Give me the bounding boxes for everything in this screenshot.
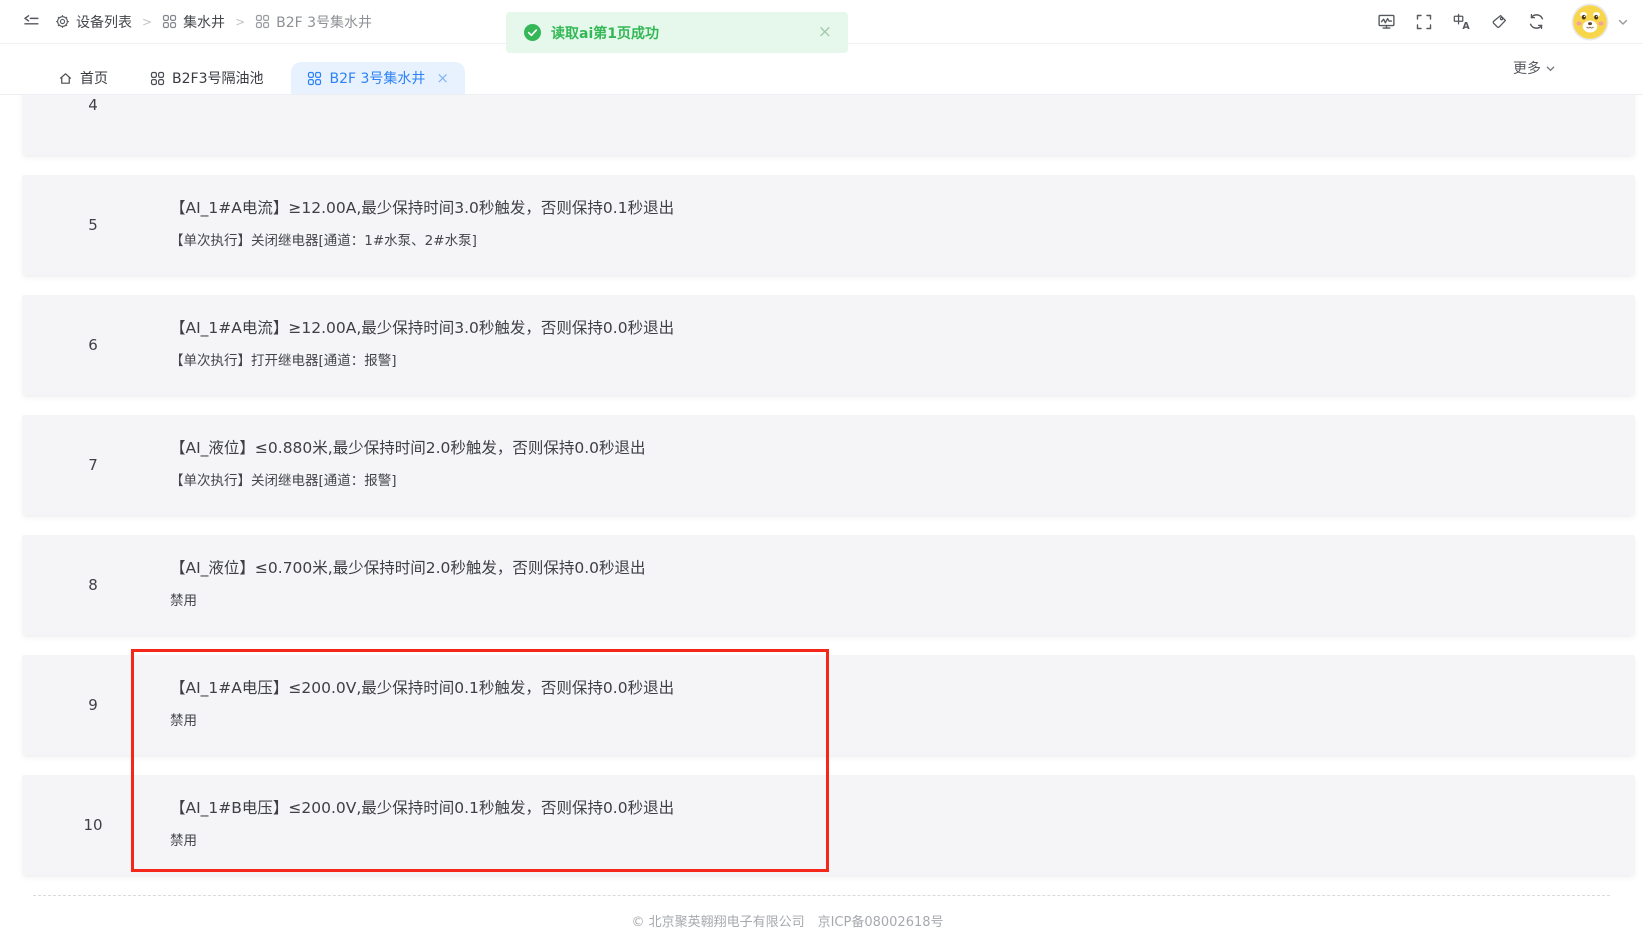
rule-number: 6 <box>22 295 164 395</box>
breadcrumb-separator: > <box>235 15 245 29</box>
rule-number: 10 <box>22 775 164 875</box>
rule-row-8[interactable]: 8 【AI_液位】≤0.700米,最少保持时间2.0秒触发，否则保持0.0秒退出… <box>22 535 1635 635</box>
tab-b2f3-grease-trap[interactable]: B2F3号隔油池 <box>136 62 277 94</box>
rule-row-6[interactable]: 6 【AI_1#A电流】≥12.00A,最少保持时间3.0秒触发，否则保持0.0… <box>22 295 1635 395</box>
page-footer: © 北京聚英翱翔电子有限公司 京ICP备08002618号 <box>33 895 1610 930</box>
tab-b2f3-sump-well-active[interactable]: B2F 3号集水井 × <box>291 62 465 94</box>
breadcrumb: 设备列表 > 集水井 > B2F 3号集水井 <box>55 12 372 32</box>
breadcrumb-label: 设备列表 <box>76 12 132 32</box>
rule-action: 【单次执行】关闭继电器[通道：报警] <box>170 465 1625 498</box>
monitor-chart-icon[interactable] <box>1377 12 1396 31</box>
tab-label: B2F3号隔油池 <box>172 68 263 88</box>
rule-action: 【单次执行】打开继电器[通道：报警] <box>170 95 1625 105</box>
svg-text:A: A <box>1462 21 1470 31</box>
user-avatar[interactable] <box>1571 3 1609 41</box>
tab-label: 首页 <box>80 68 108 88</box>
rules-list-panel: 4 【单次执行】打开继电器[通道：报警] 5 【AI_1#A电流】≥12.00A… <box>0 95 1643 930</box>
breadcrumb-separator: > <box>142 15 152 29</box>
rule-condition: 【AI_1#B电压】≤200.0V,最少保持时间0.1秒触发，否则保持0.0秒退… <box>170 792 1625 825</box>
tag-icon[interactable] <box>1490 13 1508 31</box>
rule-number: 7 <box>22 415 164 515</box>
rule-action: 禁用 <box>170 825 1625 858</box>
appstore-grid-icon <box>307 71 322 86</box>
breadcrumb-label: 集水井 <box>183 12 225 32</box>
chevron-down-icon <box>1545 63 1556 74</box>
rule-condition: 【AI_1#A电流】≥12.00A,最少保持时间3.0秒触发，否则保持0.0秒退… <box>170 312 1625 345</box>
rule-condition: 【AI_1#A电压】≤200.0V,最少保持时间0.1秒触发，否则保持0.0秒退… <box>170 672 1625 705</box>
tabs-more-label: 更多 <box>1513 58 1541 78</box>
tabs-more-button[interactable]: 更多 <box>1513 58 1556 78</box>
rule-action: 【单次执行】关闭继电器[通道：1#水泵、2#水泵] <box>170 225 1625 258</box>
app-page: { "header": { "breadcrumb": { "items": [… <box>0 0 1643 930</box>
tab-close-icon[interactable]: × <box>436 71 449 86</box>
tab-label: B2F 3号集水井 <box>329 68 425 88</box>
rule-condition: 【AI_液位】≤0.700米,最少保持时间2.0秒触发，否则保持0.0秒退出 <box>170 552 1625 585</box>
rule-number: 8 <box>22 535 164 635</box>
appstore-grid-icon <box>255 14 270 29</box>
tab-home[interactable]: 首页 <box>44 62 122 94</box>
home-icon <box>58 71 73 86</box>
rule-number: 9 <box>22 655 164 755</box>
rule-condition: 【AI_液位】≤0.880米,最少保持时间2.0秒触发，否则保持0.0秒退出 <box>170 432 1625 465</box>
translate-icon[interactable]: A <box>1452 12 1471 31</box>
rule-number: 4 <box>22 95 164 155</box>
rule-action: 【单次执行】打开继电器[通道：报警] <box>170 345 1625 378</box>
rule-row-5[interactable]: 5 【AI_1#A电流】≥12.00A,最少保持时间3.0秒触发，否则保持0.1… <box>22 175 1635 275</box>
appstore-grid-icon <box>162 14 177 29</box>
rule-row-10[interactable]: 10 【AI_1#B电压】≤200.0V,最少保持时间0.1秒触发，否则保持0.… <box>22 775 1635 875</box>
rules-list: 4 【单次执行】打开继电器[通道：报警] 5 【AI_1#A电流】≥12.00A… <box>22 95 1635 875</box>
toast-close-icon[interactable]: × <box>818 24 832 41</box>
rule-action: 禁用 <box>170 705 1625 738</box>
toast-message: 读取ai第1页成功 <box>551 23 818 43</box>
rule-number: 5 <box>22 175 164 275</box>
chevron-down-icon <box>1617 16 1629 28</box>
success-toast: 读取ai第1页成功 × <box>506 12 848 53</box>
rule-action: 禁用 <box>170 585 1625 618</box>
user-menu[interactable] <box>1571 3 1629 41</box>
breadcrumb-item-device-list[interactable]: 设备列表 <box>55 12 132 32</box>
appstore-grid-icon <box>150 71 165 86</box>
rule-row-4[interactable]: 4 【单次执行】打开继电器[通道：报警] <box>22 95 1635 155</box>
copyright-text: © 北京聚英翱翔电子有限公司 京ICP备08002618号 <box>631 911 943 930</box>
rule-row-9[interactable]: 9 【AI_1#A电压】≤200.0V,最少保持时间0.1秒触发，否则保持0.0… <box>22 655 1635 755</box>
sidebar-collapse-icon[interactable] <box>22 12 41 31</box>
breadcrumb-label: B2F 3号集水井 <box>276 12 372 32</box>
breadcrumb-item-current-device[interactable]: B2F 3号集水井 <box>255 12 372 32</box>
gear-icon <box>55 14 70 29</box>
rule-condition: 【AI_1#A电流】≥12.00A,最少保持时间3.0秒触发，否则保持0.1秒退… <box>170 192 1625 225</box>
success-check-icon <box>524 24 541 41</box>
rule-row-7[interactable]: 7 【AI_液位】≤0.880米,最少保持时间2.0秒触发，否则保持0.0秒退出… <box>22 415 1635 515</box>
refresh-icon[interactable] <box>1527 12 1546 31</box>
breadcrumb-item-sump-well[interactable]: 集水井 <box>162 12 225 32</box>
fullscreen-icon[interactable] <box>1415 13 1433 31</box>
